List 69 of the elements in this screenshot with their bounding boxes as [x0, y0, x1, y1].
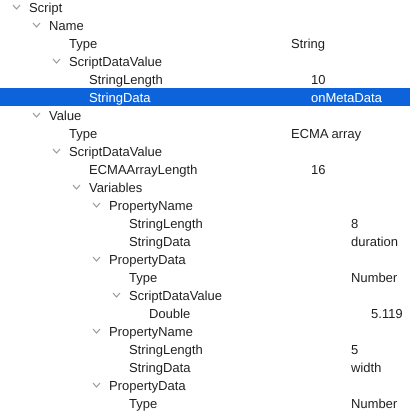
- node-label: Type: [129, 270, 158, 284]
- tree-row[interactable]: Double 5.119: [0, 304, 410, 322]
- node-label: Value: [49, 108, 82, 122]
- node-label: PropertyData: [109, 378, 186, 392]
- chevron-icon[interactable]: [72, 184, 81, 190]
- tree-row[interactable]: Type String: [0, 34, 410, 52]
- node-label: ECMAArrayLength: [89, 162, 198, 176]
- tree-row[interactable]: PropertyData: [0, 250, 410, 268]
- chevron-icon[interactable]: [92, 382, 101, 388]
- tree-row[interactable]: ScriptDataValue: [0, 142, 410, 160]
- tree-row[interactable]: StringLength 8: [0, 214, 410, 232]
- tree-row[interactable]: Type ECMA array: [0, 124, 410, 142]
- node-label: Type: [69, 126, 98, 140]
- node-label: Variables: [89, 180, 142, 194]
- node-label: Double: [149, 306, 190, 320]
- node-value: 8: [351, 216, 358, 230]
- tree-row[interactable]: ScriptDataValue: [0, 286, 410, 304]
- tree-row[interactable]: PropertyData: [0, 376, 410, 394]
- tree-row[interactable]: Script: [0, 0, 410, 16]
- node-label: ScriptDataValue: [69, 54, 162, 68]
- node-value: ECMA array: [291, 126, 362, 140]
- node-label: Type: [69, 36, 98, 50]
- tree-row[interactable]: PropertyName: [0, 196, 410, 214]
- node-label: PropertyName: [109, 198, 193, 212]
- node-label: Type: [129, 396, 158, 410]
- node-value: 10: [311, 72, 326, 86]
- node-value: 16: [311, 162, 326, 176]
- tree-row[interactable]: StringData duration: [0, 232, 410, 250]
- node-value: 5.119: [371, 306, 403, 320]
- node-label: StringData: [129, 360, 190, 374]
- tree-row[interactable]: StringLength 5: [0, 340, 410, 358]
- node-label: PropertyData: [109, 252, 186, 266]
- node-value: onMetaData: [311, 90, 382, 104]
- tree-row[interactable]: StringData onMetaData: [0, 88, 410, 106]
- tree-row[interactable]: Type Number: [0, 394, 410, 412]
- chevron-icon[interactable]: [12, 4, 21, 10]
- tree-row[interactable]: Value: [0, 106, 410, 124]
- tree-row[interactable]: Name: [0, 16, 410, 34]
- tree-row[interactable]: StringData width: [0, 358, 410, 376]
- node-value: duration: [351, 234, 398, 248]
- node-label: StringData: [89, 90, 150, 104]
- chevron-icon[interactable]: [92, 328, 101, 334]
- chevron-icon[interactable]: [112, 292, 121, 298]
- node-value: Number: [351, 270, 398, 284]
- chevron-icon[interactable]: [92, 202, 101, 208]
- node-label: StringLength: [129, 342, 203, 356]
- chevron-icon[interactable]: [52, 148, 61, 154]
- node-value: width: [351, 360, 382, 374]
- tree-row[interactable]: StringLength 10: [0, 70, 410, 88]
- node-label: ScriptDataValue: [69, 144, 162, 158]
- node-label: StringLength: [89, 72, 163, 86]
- tree-row[interactable]: Type Number: [0, 268, 410, 286]
- tree-row[interactable]: ECMAArrayLength 16: [0, 160, 410, 178]
- chevron-icon[interactable]: [32, 22, 41, 28]
- node-value: 5: [351, 342, 358, 356]
- node-label: ScriptDataValue: [129, 288, 222, 302]
- chevron-icon[interactable]: [52, 58, 61, 64]
- tree-row[interactable]: PropertyName: [0, 322, 410, 340]
- tree-row[interactable]: ScriptDataValue: [0, 52, 410, 70]
- node-value: String: [291, 36, 325, 50]
- node-label: Script: [29, 0, 62, 14]
- chevron-icon[interactable]: [92, 256, 101, 262]
- node-label: StringLength: [129, 216, 203, 230]
- tree-row[interactable]: Variables: [0, 178, 410, 196]
- node-label: Name: [49, 18, 84, 32]
- chevron-icon[interactable]: [32, 112, 41, 118]
- node-label: PropertyName: [109, 324, 193, 338]
- node-label: StringData: [129, 234, 190, 248]
- node-value: Number: [351, 396, 398, 410]
